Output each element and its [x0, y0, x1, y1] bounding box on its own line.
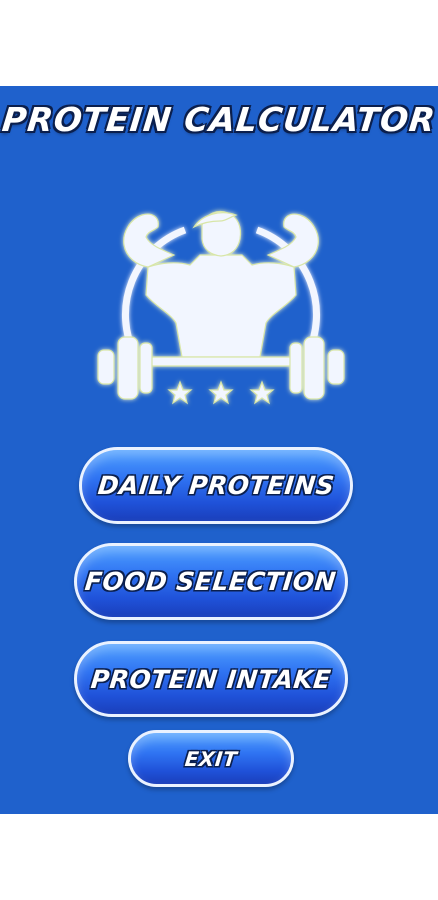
app-title: PROTEIN CALCULATOR: [0, 100, 438, 139]
app-screen: PROTEIN CALCULATOR DAILY PROTEINS FOOD S…: [0, 0, 438, 900]
exit-label: EXIT: [183, 746, 239, 771]
protein-intake-label: PROTEIN INTAKE: [89, 664, 333, 694]
food-selection-button[interactable]: FOOD SELECTION: [74, 543, 348, 620]
protein-intake-button[interactable]: PROTEIN INTAKE: [74, 641, 348, 717]
exit-button[interactable]: EXIT: [128, 730, 294, 787]
bodybuilder-barbell-icon: [97, 210, 345, 405]
daily-proteins-button[interactable]: DAILY PROTEINS: [79, 447, 353, 524]
daily-proteins-label: DAILY PROTEINS: [96, 471, 336, 500]
food-selection-label: FOOD SELECTION: [83, 567, 339, 596]
